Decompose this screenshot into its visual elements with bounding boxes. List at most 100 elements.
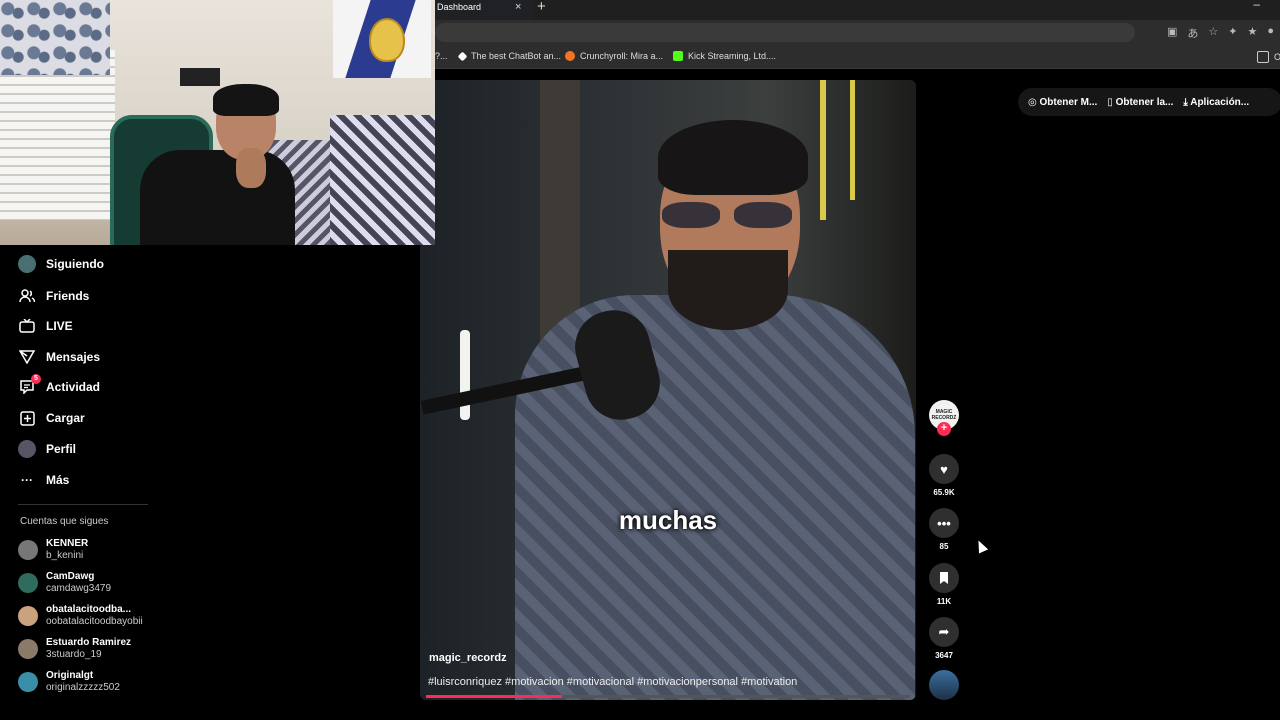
follow-button[interactable]: +: [937, 422, 951, 436]
reader-icon[interactable]: ▣: [1167, 25, 1177, 41]
person-body: [140, 150, 295, 245]
profile-icon[interactable]: ●: [1267, 25, 1274, 41]
save-count: 11K: [936, 597, 952, 606]
curtain: [0, 0, 110, 75]
person-hair: [213, 84, 279, 116]
following-account[interactable]: Originalgt originalzzzzz502: [18, 670, 120, 694]
video-hashtags[interactable]: #luisrconriquez #motivacion #motivaciona…: [428, 676, 797, 688]
video-caption: muchas: [618, 505, 718, 535]
sidebar-item-friends[interactable]: Friends: [18, 287, 89, 305]
toolbar-icons: ▣ あ ☆ ✦ ★ ●: [1167, 25, 1274, 41]
mouse-cursor: [973, 538, 989, 554]
get-app-option[interactable]: ▯ Obtener la...: [1107, 97, 1173, 108]
following-account[interactable]: obatalacitoodba... oobatalacitoodbayobii: [18, 604, 143, 628]
new-tab-button[interactable]: +: [537, 0, 546, 15]
avatar-icon: [18, 255, 36, 273]
comment-icon: •••: [929, 508, 959, 538]
send-icon: [18, 348, 36, 366]
avatar: [18, 540, 38, 560]
sidebar-item-mensajes[interactable]: Mensajes: [18, 348, 100, 366]
sidebar-item-live[interactable]: LIVE: [18, 317, 73, 335]
coin-icon: ◎: [1028, 96, 1040, 108]
friends-icon: [18, 287, 36, 305]
sidebar-item-perfil[interactable]: Perfil: [18, 440, 76, 458]
more-icon: ···: [21, 473, 33, 487]
author-avatar-button[interactable]: MAGIC RECORDZ +: [928, 400, 960, 436]
music-disc-button[interactable]: [928, 670, 960, 700]
like-button[interactable]: ♥ 65.9K: [928, 454, 960, 497]
video-username[interactable]: magic_recordz: [429, 652, 507, 664]
background-light: [850, 80, 855, 200]
share-count: 3647: [935, 651, 953, 660]
bookmark-item[interactable]: ?...: [435, 51, 448, 61]
video-progress-bar[interactable]: [426, 695, 910, 698]
profile-icon: [18, 440, 36, 458]
url-input[interactable]: [435, 23, 1135, 42]
music-disc-icon: [929, 670, 959, 700]
crunchyroll-icon: [565, 51, 575, 61]
bookmark-item[interactable]: The best ChatBot an...: [457, 51, 561, 61]
wall-flag: [333, 0, 431, 78]
crest-icon: [369, 18, 405, 62]
folder-icon: [1257, 51, 1269, 63]
like-count: 65.9K: [933, 488, 955, 497]
sidebar-item-cargar[interactable]: Cargar: [18, 409, 85, 427]
address-bar: ▣ あ ☆ ✦ ★ ●: [435, 20, 1280, 46]
following-account[interactable]: CamDawg camdawg3479: [18, 571, 111, 595]
kick-icon: [673, 51, 683, 61]
bed: [330, 115, 435, 245]
heart-icon: ♥: [929, 454, 959, 484]
tab-title: Dashboard: [437, 2, 482, 12]
background-light: [820, 80, 826, 220]
sidebar-item-actividad[interactable]: 5 Actividad: [18, 374, 100, 396]
avatar: [18, 672, 38, 692]
get-app-option[interactable]: ⤓ Aplicación...: [1183, 97, 1249, 108]
browser-tab[interactable]: Dashboard ×: [435, 0, 532, 20]
shelf: [180, 68, 220, 86]
phone-icon: ▯: [1107, 96, 1116, 108]
following-account[interactable]: Estuardo Ramirez 3stuardo_19: [18, 637, 131, 661]
favorites-icon[interactable]: ★: [1247, 25, 1257, 41]
extensions-icon[interactable]: ✦: [1228, 25, 1237, 41]
bookmark-folder[interactable]: O: [1257, 51, 1280, 63]
person-shirt: [515, 295, 915, 700]
star-icon[interactable]: ☆: [1208, 25, 1218, 41]
webcam-overlay: [0, 0, 435, 245]
get-app-bar: ◎ Obtener M... ▯ Obtener la... ⤓ Aplicac…: [1018, 88, 1280, 116]
person-hair: [658, 120, 808, 195]
person-hand: [236, 148, 266, 188]
window-blinds: [0, 50, 115, 220]
close-icon[interactable]: ×: [515, 0, 521, 15]
share-icon: ➦: [929, 617, 959, 647]
tab-bar: Dashboard × + –: [435, 0, 1280, 20]
live-icon: [18, 317, 36, 335]
avatar: [18, 639, 38, 659]
get-app-option[interactable]: ◎ Obtener M...: [1028, 97, 1097, 108]
sunglasses: [662, 202, 802, 230]
comment-button[interactable]: ••• 85: [928, 508, 960, 551]
video-progress-fill: [426, 695, 562, 698]
bookmark-icon: [929, 563, 959, 593]
sidebar: Siguiendo Friends LIVE Mensajes 5 Activi…: [0, 245, 420, 720]
bookmark-item[interactable]: Crunchyroll: Mira a...: [565, 51, 663, 61]
avatar: [18, 606, 38, 626]
following-account[interactable]: KENNER b_kenini: [18, 538, 88, 562]
minimize-button[interactable]: –: [1253, 0, 1260, 11]
translate-icon[interactable]: あ: [1187, 25, 1198, 41]
person-beard: [668, 250, 788, 330]
bookmark-item[interactable]: Kick Streaming, Ltd....: [673, 51, 776, 61]
divider: [18, 504, 148, 505]
avatar: [18, 573, 38, 593]
following-title: Cuentas que sigues: [20, 516, 109, 527]
comment-count: 85: [939, 542, 949, 551]
video-player[interactable]: muchas magic_recordz #luisrconriquez #mo…: [420, 80, 916, 700]
share-button[interactable]: ➦ 3647: [928, 617, 960, 660]
sidebar-item-siguiendo[interactable]: Siguiendo: [18, 255, 104, 273]
bookmarks-bar: ?... The best ChatBot an... Crunchyroll:…: [435, 46, 1280, 69]
notification-badge: 5: [31, 374, 41, 384]
diamond-icon: [457, 51, 468, 61]
sidebar-item-mas[interactable]: ··· Más: [18, 471, 69, 489]
save-button[interactable]: 11K: [928, 563, 960, 606]
upload-icon: [18, 409, 36, 427]
activity-icon: 5: [18, 374, 41, 396]
